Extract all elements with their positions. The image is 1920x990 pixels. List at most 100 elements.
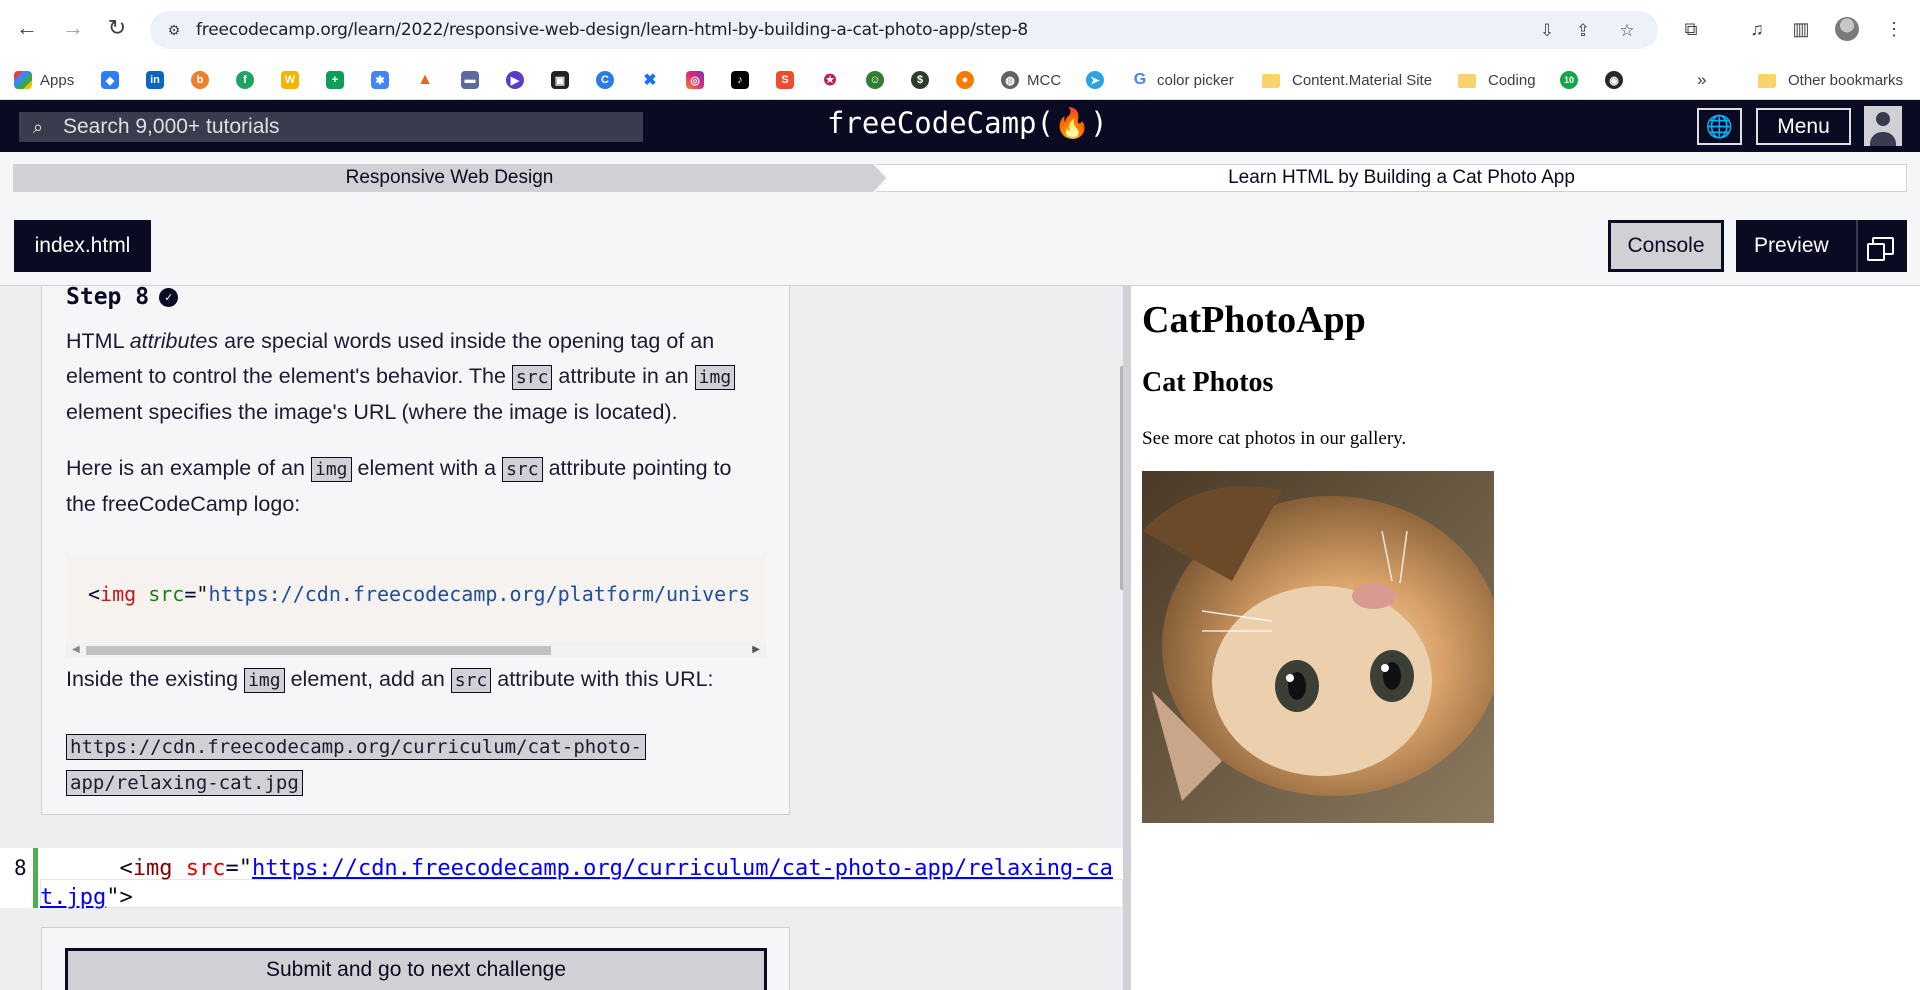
vertical-scrollbar[interactable] [1110,286,1123,990]
orange-circle-icon: ● [956,71,974,89]
search-input[interactable]: ⌕ Search 9,000+ tutorials [19,112,643,142]
b-icon: b [191,71,209,89]
bookmark-icon-10-green[interactable]: 10 [1560,68,1578,92]
bookmark-icon-17[interactable]: ✪ [821,68,839,92]
preview-popout-button[interactable] [1856,220,1907,272]
line-change-marker [33,848,38,908]
bookmark-color-picker[interactable]: G color picker [1131,68,1234,92]
bookmark-icon-13[interactable]: ✖ [641,68,659,92]
f-icon: f [236,71,254,89]
share-icon[interactable]: ⇪ [1572,20,1594,42]
preview-pane: CatPhotoApp Cat Photos See more cat phot… [1131,286,1920,990]
breadcrumb: Responsive Web Design Learn HTML by Buil… [0,152,1920,214]
description-paragraph-2: Here is an example of an img element wit… [66,456,732,516]
google-icon: G [1131,71,1149,89]
popout-icon [1866,237,1894,261]
code-line[interactable]: <img src="https://cdn.freecodecamp.org/c… [40,854,1120,912]
bookmark-apps[interactable]: Apps [14,68,74,92]
inline-code: src [511,365,553,390]
console-button[interactable]: Console [1608,220,1724,272]
submit-button[interactable]: Submit and go to next challenge [65,948,767,990]
bookmarks-bar: Apps ◆ in b f W + ✱ ▲ ▬ ▶ ▣ C ✖ ◎ ♪ S ✪ … [0,60,1920,100]
bookmark-linkedin[interactable]: in [146,68,164,92]
cat-photo [1142,471,1494,823]
scroll-right-icon[interactable]: ▶ [752,644,760,655]
avatar-body [1870,132,1896,146]
cube-icon: ◆ [101,71,119,89]
ten-badge-icon: 10 [1560,71,1578,89]
search-icon: ⌕ [32,116,44,137]
menu-button[interactable]: Menu [1756,108,1851,145]
shopping-bag-icon: S [776,71,794,89]
preview-heading: CatPhotoApp [1142,299,1366,341]
address-bar[interactable]: ⚙ freecodecamp.org/learn/2022/responsive… [150,11,1658,49]
bookmark-other[interactable]: Other bookmarks [1758,68,1903,92]
profile-avatar[interactable] [1835,17,1859,41]
preview-subheading: Cat Photos [1142,367,1274,398]
folder-icon [1458,74,1476,88]
cross-icon: ✖ [641,71,659,89]
search-placeholder: Search 9,000+ tutorials [63,115,280,138]
bookmark-icon-1[interactable]: ◆ [101,68,119,92]
bookmark-telegram[interactable]: ➤ [1086,68,1104,92]
scroll-left-icon[interactable]: ◀ [72,644,80,655]
reload-icon[interactable]: ↻ [102,13,132,43]
language-globe-icon[interactable]: 🌐 [1697,108,1742,145]
install-icon[interactable]: ⇩ [1536,20,1558,42]
bookmark-icon-4[interactable]: f [236,68,254,92]
inline-code: src [450,668,492,693]
box-icon: ▬ [461,71,479,89]
breadcrumb-superblock[interactable]: Responsive Web Design [13,164,886,192]
inline-code: img [311,457,352,482]
bookmark-folder-coding[interactable]: Coding [1458,68,1536,92]
site-settings-icon[interactable]: ⚙ [164,20,184,40]
bookmark-icon-12[interactable]: C [596,68,614,92]
instagram-icon: ◎ [686,71,704,89]
kebab-menu-icon[interactable]: ⋮ [1882,17,1906,41]
bookmark-icon-7[interactable]: ✱ [371,68,389,92]
bookmark-shop[interactable]: S [776,68,794,92]
bookmark-folder-content[interactable]: Content.Material Site [1262,68,1432,92]
preview-button[interactable]: Preview [1736,220,1907,272]
line-number: 8 [14,856,27,880]
code-editor[interactable]: 8 <img src="https://cdn.freecodecamp.org… [0,848,1123,910]
bookmark-icon-8[interactable]: ▲ [416,68,434,92]
back-icon[interactable]: ← [12,13,42,43]
bookmark-tiktok[interactable]: ♪ [731,68,749,92]
bookmark-github[interactable]: ◉ [1605,68,1623,92]
avatar-head [1876,112,1890,126]
challenge-description: Step 8 ✓ HTML attributes are special wor… [41,286,790,815]
step-title: Step 8 ✓ [66,286,179,310]
bookmark-instagram[interactable]: ◎ [686,68,704,92]
bookmark-sheets[interactable]: + [326,68,344,92]
bookmarks-overflow-chevron[interactable]: » [1697,68,1706,92]
bookmark-icon-18[interactable]: ☺ [866,68,884,92]
bookmark-icon-10[interactable]: ▶ [506,68,524,92]
media-icon[interactable]: ♫ [1745,17,1769,41]
bookmark-icon-9[interactable]: ▬ [461,68,479,92]
bookmark-icon-5[interactable]: W [281,68,299,92]
green-face-icon: ☺ [866,71,884,89]
bookmark-icon-3[interactable]: b [191,68,209,92]
example-code-block[interactable]: <img src="https://cdn.freecodecamp.org/p… [66,556,766,658]
bookmark-mcc[interactable]: ◍ MCC [1001,68,1061,92]
fcc-logo[interactable]: freeCodeCamp(🔥) [827,106,1108,141]
bookmark-icon-11[interactable]: ▣ [551,68,569,92]
extensions-icon[interactable]: ⧉ [1679,17,1703,41]
bookmark-star-icon[interactable]: ☆ [1616,20,1638,42]
apps-grid-icon [14,71,32,89]
scrollbar-thumb[interactable] [86,646,551,655]
url-text[interactable]: freecodecamp.org/learn/2022/responsive-w… [196,20,1028,40]
tab-index-html[interactable]: index.html [14,220,151,272]
action-row: Submit and go to next challenge [41,927,790,990]
pane-resizer[interactable] [1123,286,1131,990]
horizontal-scrollbar[interactable]: ◀ ▶ [66,642,766,658]
user-avatar[interactable] [1864,106,1902,146]
bookmark-icon-20[interactable]: ● [956,68,974,92]
inline-code: img [244,668,285,693]
example-code-line: <img src="https://cdn.freecodecamp.org/p… [88,582,751,606]
breadcrumb-block[interactable]: Learn HTML by Building a Cat Photo App [876,164,1907,192]
forward-icon[interactable]: → [58,13,88,43]
side-panel-icon[interactable]: ▥ [1789,17,1813,41]
bookmark-icon-19[interactable]: $ [911,68,929,92]
